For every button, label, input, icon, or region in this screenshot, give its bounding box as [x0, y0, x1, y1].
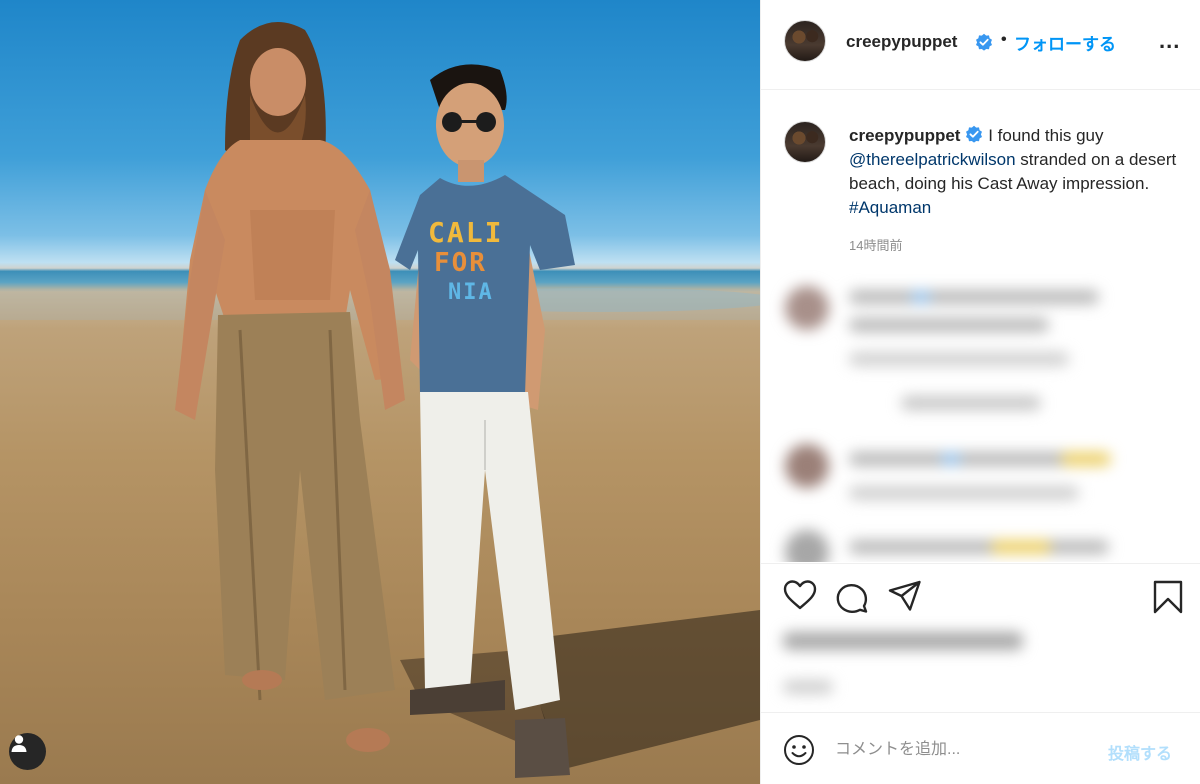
heart-icon[interactable] [783, 580, 817, 610]
caption-avatar[interactable] [784, 121, 826, 163]
shirt-text-line-1: CALI [428, 216, 504, 249]
separator-dot: • [1001, 31, 1007, 48]
avatar[interactable] [784, 20, 826, 62]
more-options-button[interactable]: ... [1159, 30, 1180, 52]
comment-input[interactable] [835, 737, 1095, 763]
post-photo: CALI FOR NIA [0, 0, 760, 784]
beach-scene [0, 22, 760, 778]
verified-badge-icon [966, 125, 983, 143]
bookmark-icon[interactable] [1153, 580, 1183, 614]
left-man [175, 22, 405, 752]
add-comment-bar: 投稿する [761, 712, 1200, 784]
hashtag-link[interactable]: #Aquaman [849, 198, 931, 217]
caption-text: creepypuppet I found this guy @thereelpa… [849, 124, 1189, 220]
post-timestamp: 14時間前 [849, 238, 903, 253]
blurred-comments [761, 262, 1200, 562]
shirt-print: CALI FOR NIA [428, 218, 528, 308]
emoji-icon[interactable] [783, 734, 815, 766]
share-icon[interactable] [888, 580, 922, 612]
header-username[interactable]: creepypuppet [846, 32, 957, 52]
blurred-likes [761, 614, 1200, 710]
comment-icon[interactable] [835, 580, 869, 614]
post-comment-button[interactable]: 投稿する [1108, 740, 1172, 764]
person-icon [11, 735, 27, 752]
shirt-text-line-2: FOR [434, 248, 487, 278]
user-tags-button[interactable] [9, 733, 46, 770]
caption-text-part-1: I found this guy [988, 126, 1104, 145]
follow-button[interactable]: フォローする [1014, 30, 1116, 55]
post-details-panel: creepypuppet • フォローする ... creepypuppet I… [760, 0, 1200, 784]
caption-username[interactable]: creepypuppet [849, 126, 960, 145]
mention-link[interactable]: @thereelpatrickwilson [849, 150, 1016, 169]
verified-badge-icon [976, 33, 992, 51]
post-header: creepypuppet • フォローする ... [761, 0, 1200, 90]
shirt-text-line-3: NIA [448, 280, 494, 305]
